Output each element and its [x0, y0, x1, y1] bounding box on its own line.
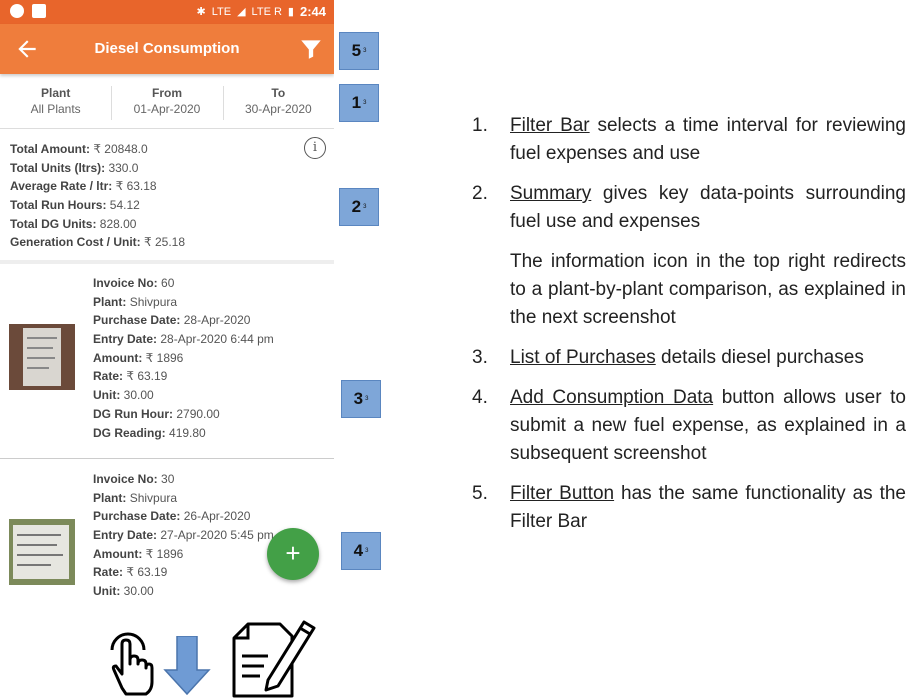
status-bar: ✱ LTE ◢ LTE R ▮ 2:44 [0, 0, 334, 24]
note-number: 4. [472, 387, 488, 408]
summary-row: Average Rate / ltr: ₹ 63.18 [10, 179, 157, 193]
signal-icon: ◢ [237, 6, 246, 18]
bluetooth-icon: ✱ [196, 6, 206, 18]
phone-screen: ✱ LTE ◢ LTE R ▮ 2:44 Diesel Consumption … [0, 0, 334, 596]
summary-value: ₹ 20848.0 [93, 142, 148, 156]
filter-icon[interactable] [298, 36, 324, 62]
detail-line: Amount: ₹ 1896 [93, 546, 184, 561]
summary-label: Generation Cost / Unit: [10, 235, 141, 249]
detail-line: Entry Date: 27-Apr-2020 5:45 pm [93, 528, 274, 543]
note-text: The information icon in the top right re… [510, 251, 906, 328]
detail-line: Purchase Date: 28-Apr-2020 [93, 313, 251, 328]
detail-line: Rate: ₹ 63.19 [93, 369, 168, 384]
summary-value: 330.0 [108, 161, 139, 175]
note-item: 1. Filter Bar selects a time interval for… [472, 112, 906, 168]
callout-3: 33 [341, 380, 381, 418]
summary-value: 54.12 [109, 198, 140, 212]
callout-2: 23 [339, 188, 379, 226]
filter-from-value: 01-Apr-2020 [133, 102, 201, 116]
filter-to-value: 30-Apr-2020 [244, 102, 312, 116]
note-item: 5. Filter Button has the same functionali… [472, 480, 906, 536]
note-title: Filter Button [510, 483, 615, 504]
detail-line: Purchase Date: 26-Apr-2020 [93, 509, 251, 524]
filter-plant-label: Plant [40, 86, 71, 100]
summary-row: Total Run Hours: 54.12 [10, 198, 140, 212]
app-bar: Diesel Consumption [0, 24, 334, 74]
detail-line: Amount: ₹ 1896 [93, 350, 184, 365]
filter-to-label: To [271, 86, 286, 100]
summary-row: Generation Cost / Unit: ₹ 25.18 [10, 235, 185, 249]
summary-value: ₹ 63.18 [115, 179, 157, 193]
tap-hand-icon [110, 632, 154, 696]
callout-1: 13 [339, 84, 379, 122]
summary-label: Average Rate / ltr: [10, 179, 113, 193]
detail-line: Invoice No: 30 [93, 472, 175, 486]
filter-bar[interactable]: Plant All Plants From 01-Apr-2020 To 30-… [0, 78, 334, 129]
detail-line: DG Run Hour: 2790.00 [93, 406, 220, 421]
detail-line: Invoice No: 60 [93, 276, 175, 290]
clock: 2:44 [299, 4, 326, 19]
note-title: Add Consumption Data [510, 387, 714, 408]
add-consumption-button[interactable]: + [267, 528, 319, 580]
sim-icon [32, 4, 46, 18]
purchase-details: Invoice No: 30 Plant: Shivpura Purchase … [93, 470, 274, 596]
note-title: List of Purchases [510, 347, 656, 368]
purchase-details: Invoice No: 60 Plant: Shivpura Purchase … [93, 274, 274, 442]
page-title: Diesel Consumption [94, 40, 240, 57]
note-number: 2. [472, 183, 488, 204]
summary-row: Total DG Units: 828.00 [10, 217, 136, 231]
filter-to[interactable]: To 30-Apr-2020 [222, 78, 334, 128]
callout-4: 43 [341, 532, 381, 570]
filter-plant-value: All Plants [30, 102, 81, 116]
filter-plant[interactable]: Plant All Plants [0, 78, 111, 128]
document-edit-icon [232, 620, 316, 698]
note-title: Filter Bar [510, 115, 590, 136]
summary-row: Total Amount: ₹ 20848.0 [10, 142, 148, 156]
info-icon[interactable]: i [304, 137, 326, 159]
summary-row: Total Units (ltrs): 330.0 [10, 161, 138, 175]
receipt-thumbnail [9, 324, 75, 390]
detail-line: Plant: Shivpura [93, 490, 178, 505]
note-text: details diesel purchases [655, 347, 864, 368]
note-item: The information icon in the top right re… [472, 248, 906, 332]
note-number: 1. [472, 115, 488, 136]
filter-from-label: From [151, 86, 182, 100]
summary-label: Total Amount: [10, 142, 90, 156]
detail-line: Rate: ₹ 63.19 [93, 565, 168, 580]
note-title: Summary [510, 183, 592, 204]
filter-from[interactable]: From 01-Apr-2020 [111, 78, 222, 128]
down-arrow-icon [163, 636, 211, 696]
signal-label-1: LTE [211, 5, 232, 18]
explanation-list: 1. Filter Bar selects a time interval for… [472, 112, 906, 548]
note-number: 5. [472, 483, 488, 504]
note-item: 4. Add Consumption Data button allows use… [472, 384, 906, 468]
summary-label: Total Units (ltrs): [10, 161, 106, 175]
purchase-card[interactable]: Invoice No: 60 Plant: Shivpura Purchase … [0, 268, 334, 459]
receipt-thumbnail [9, 519, 75, 585]
detail-line: Unit: 30.00 [93, 388, 154, 403]
detail-line: Unit: 30.00 [93, 584, 154, 596]
summary-label: Total Run Hours: [10, 198, 107, 212]
signal-label-2: LTE R [251, 5, 282, 18]
battery-icon: ▮ [287, 6, 294, 18]
detail-line: Plant: Shivpura [93, 294, 178, 309]
summary-panel: Total Amount: ₹ 20848.0 Total Units (ltr… [0, 132, 334, 264]
note-item: 3. List of Purchases details diesel purch… [472, 344, 906, 372]
summary-value: 828.00 [99, 217, 137, 231]
detail-line: DG Reading: 419.80 [93, 425, 206, 440]
note-item: 2. Summary gives key data-points surround… [472, 180, 906, 236]
summary-label: Total DG Units: [10, 217, 97, 231]
summary-value: ₹ 25.18 [144, 235, 186, 249]
note-number: 3. [472, 347, 488, 368]
spotify-icon [10, 4, 24, 18]
callout-5: 53 [339, 32, 379, 70]
detail-line: Entry Date: 28-Apr-2020 6:44 pm [93, 332, 274, 347]
